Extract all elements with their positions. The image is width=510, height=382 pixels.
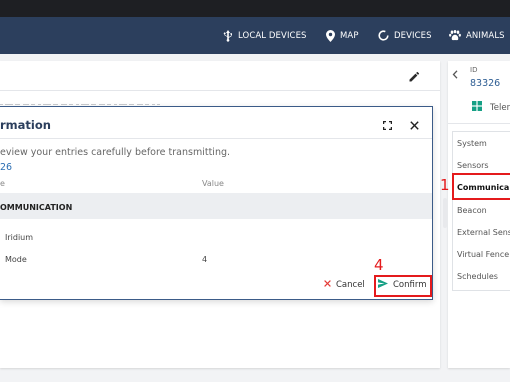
system-top-bar [0, 0, 510, 17]
menu-item-beacon[interactable]: Beacon [457, 206, 487, 215]
nav-local-devices[interactable]: LOCAL DEVICES [223, 17, 307, 54]
column-header-value: Value [202, 179, 224, 188]
dialog-device-id: 26 [0, 162, 13, 173]
chevron-left-icon [452, 64, 458, 83]
panel-scrollbar[interactable] [443, 198, 447, 228]
row-label-iridium: Iridium [5, 233, 34, 242]
nav-animals[interactable]: ANIMALS [449, 17, 505, 54]
dialog-instruction: eview your entries carefully before tran… [0, 147, 231, 158]
nav-map-label: MAP [340, 30, 359, 41]
top-navigation-bar: LOCAL DEVICES MAP DEVICES ANIMALS [0, 17, 510, 54]
usb-icon [223, 29, 233, 42]
telemetry-tab[interactable]: Telen [472, 101, 510, 114]
close-dialog-button[interactable] [406, 116, 422, 132]
row-label-mode: Mode [5, 255, 27, 264]
grid-icon [472, 101, 482, 114]
nav-animals-label: ANIMALS [466, 30, 505, 41]
collapse-panel-button[interactable] [449, 66, 461, 80]
nav-devices[interactable]: DEVICES [378, 17, 432, 54]
close-icon [324, 280, 331, 290]
fullscreen-button[interactable] [380, 117, 394, 131]
annotation-box-confirm [374, 275, 432, 297]
column-header-name: e [0, 179, 5, 188]
menu-item-schedules[interactable]: Schedules [457, 272, 498, 281]
telemetry-label: Telen [490, 102, 510, 113]
cancel-button[interactable]: Cancel [324, 278, 365, 292]
panel-divider [448, 123, 510, 124]
id-value: 83326 [470, 78, 501, 89]
id-label: ID [470, 66, 478, 74]
pencil-icon [409, 67, 420, 86]
close-icon [409, 115, 419, 134]
nav-local-devices-label: LOCAL DEVICES [238, 30, 307, 41]
ring-icon [378, 30, 389, 41]
paw-icon [449, 30, 461, 41]
nav-devices-label: DEVICES [394, 30, 432, 41]
row-value-mode: 4 [202, 255, 208, 264]
annotation-number-4: 4 [374, 256, 384, 274]
dialog-title: rmation [0, 118, 51, 132]
menu-item-virtual-fence[interactable]: Virtual Fence [457, 250, 509, 259]
nav-map[interactable]: MAP [326, 17, 359, 54]
card-header-divider [0, 90, 440, 91]
map-pin-icon [326, 29, 335, 42]
cancel-label: Cancel [336, 280, 365, 290]
menu-item-system[interactable]: System [457, 139, 487, 148]
dialog-header-divider [0, 138, 432, 139]
settings-menu: System Sensors Communica Beacon External… [452, 131, 510, 291]
menu-item-sensors[interactable]: Sensors [457, 161, 489, 170]
annotation-number-1: 1 [440, 176, 450, 194]
section-title: OMMUNICATION [0, 203, 73, 212]
fullscreen-icon [382, 115, 392, 134]
annotation-box-communication [452, 173, 510, 200]
menu-item-external-sensors[interactable]: External Sens [457, 228, 510, 237]
edit-button[interactable] [404, 66, 424, 86]
